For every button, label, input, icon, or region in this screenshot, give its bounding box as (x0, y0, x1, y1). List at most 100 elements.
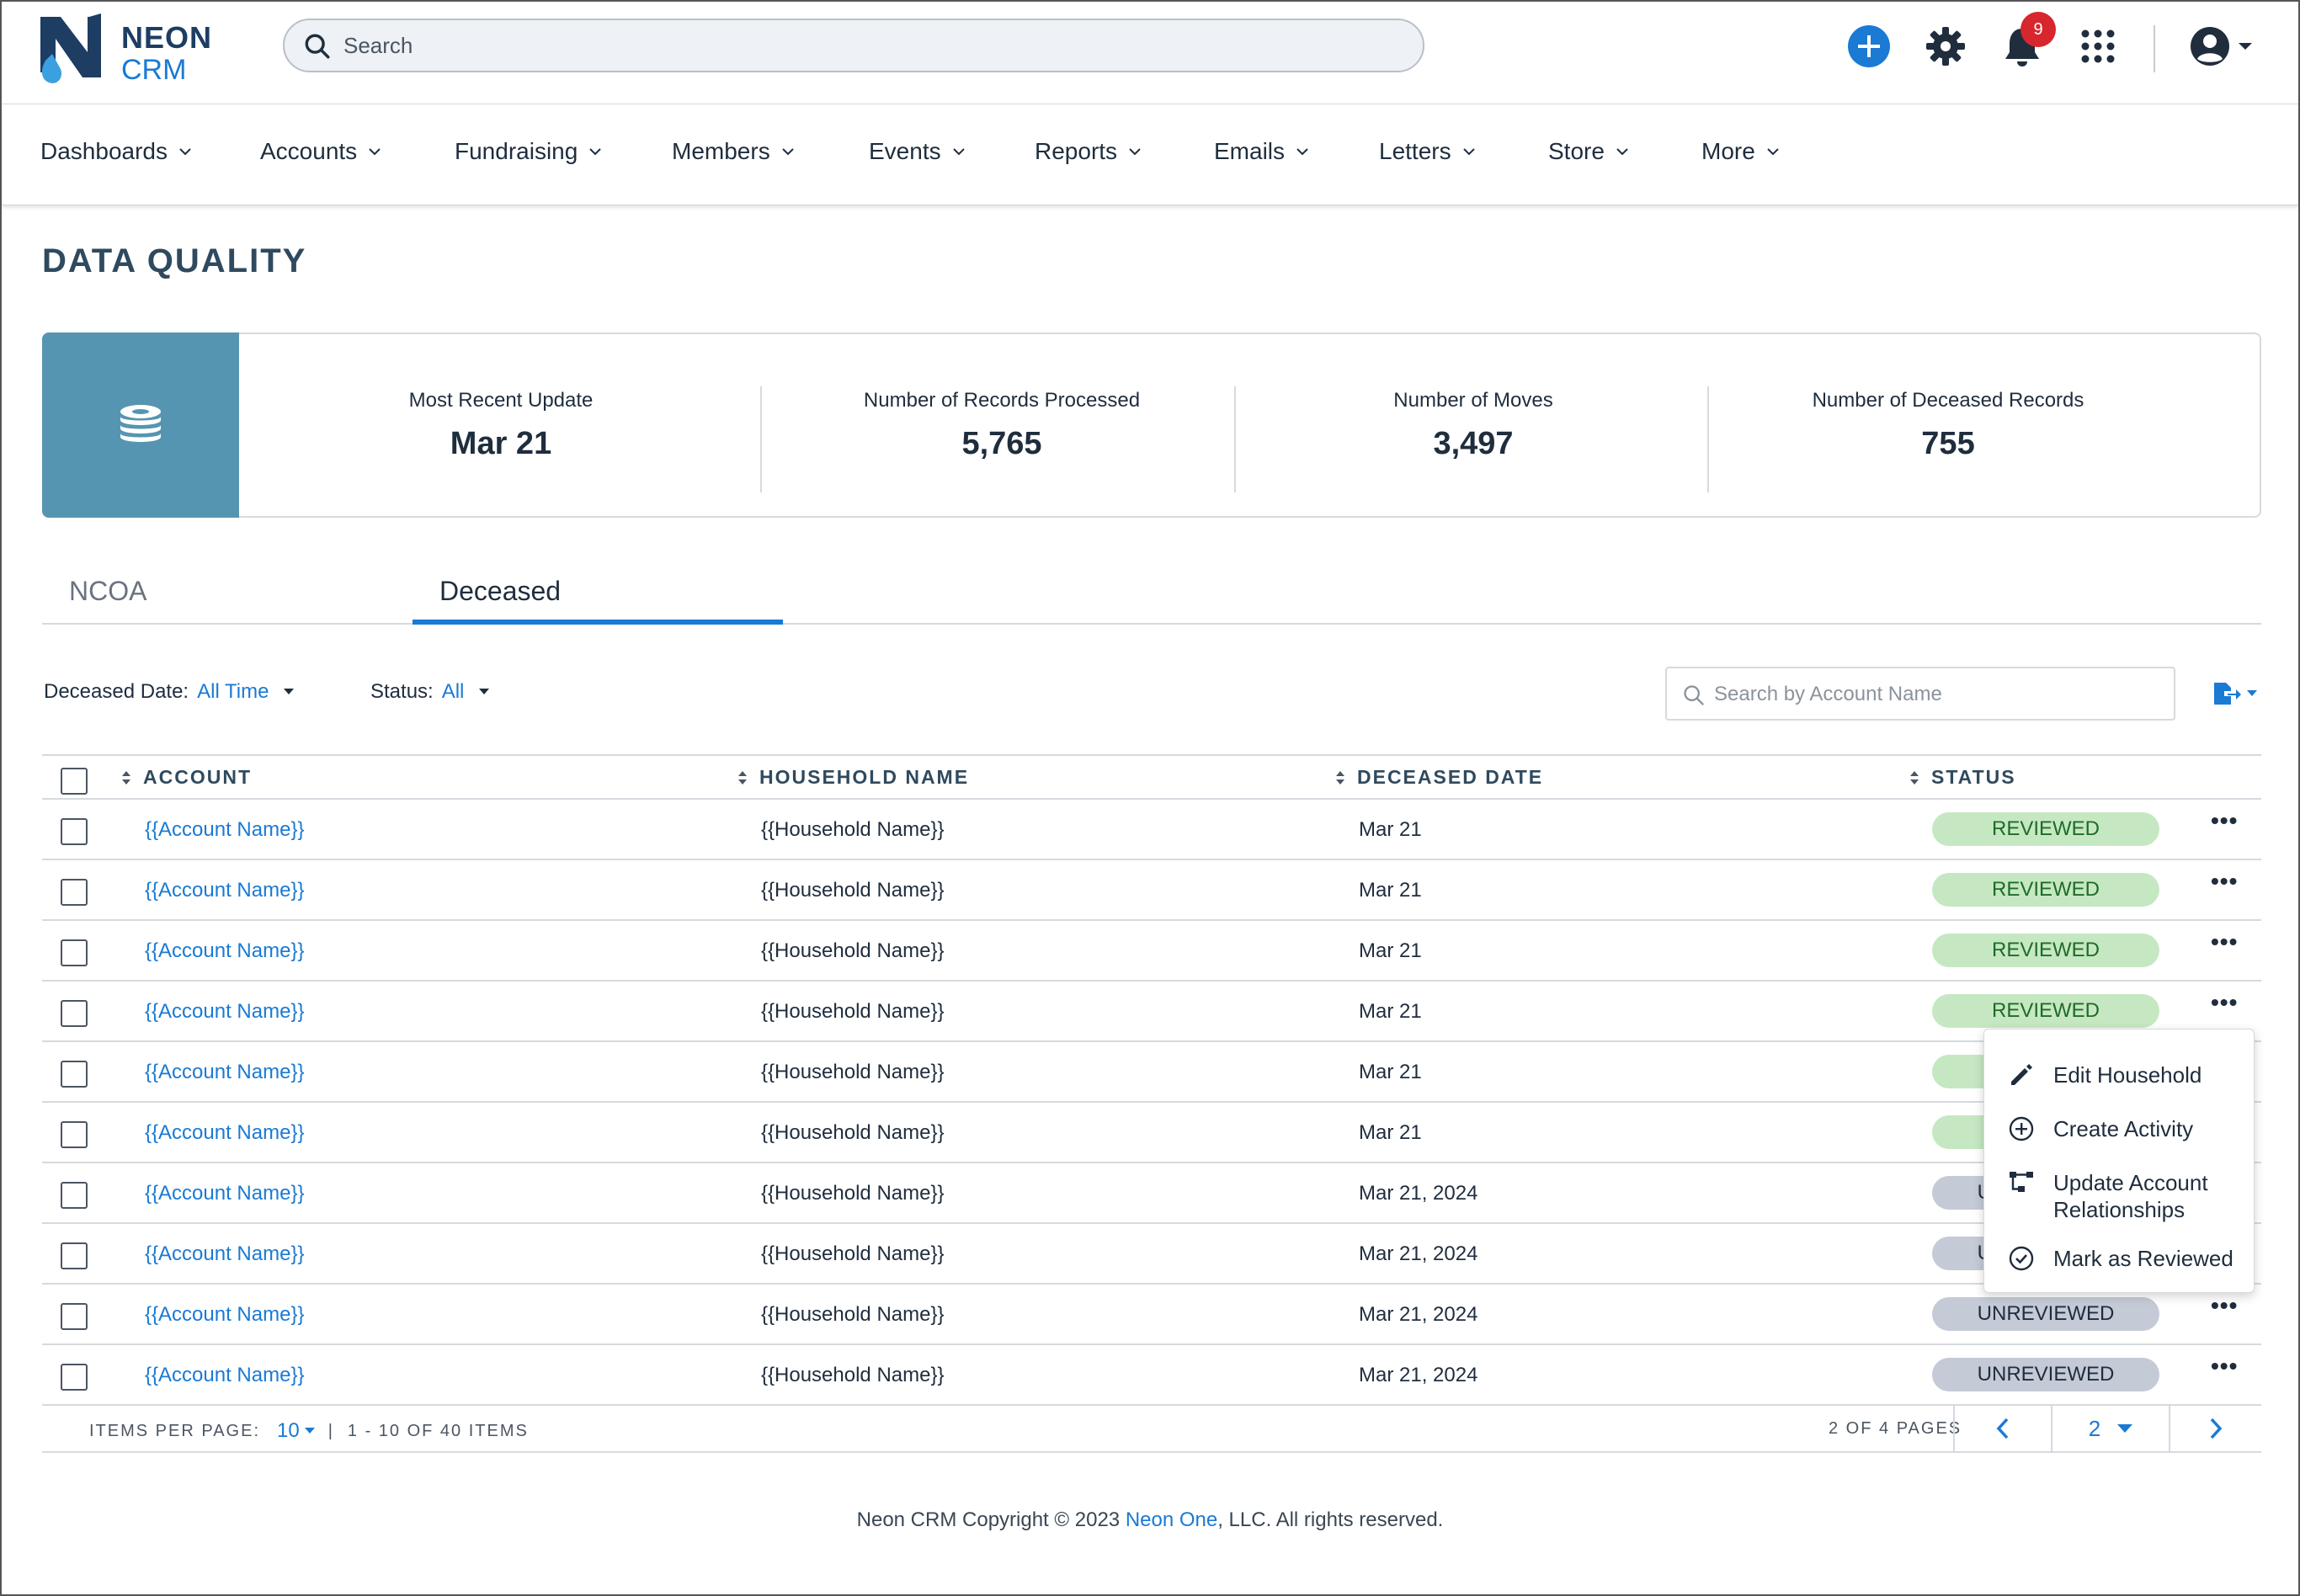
status-badge: REVIEWED (1932, 934, 2159, 967)
nav-more[interactable]: More (1701, 138, 1779, 165)
global-search-input[interactable] (343, 29, 1404, 62)
stats-icon-tile (42, 332, 239, 518)
deceased-date: Mar 21, 2024 (1359, 1242, 1478, 1265)
stat-divider (760, 386, 762, 492)
row-checkbox[interactable] (61, 1182, 88, 1209)
row-actions-button[interactable]: ••• (2211, 870, 2244, 894)
account-name-link[interactable]: {{Account Name}} (145, 939, 304, 963)
nav-label: Store (1548, 138, 1605, 164)
check-circle-icon (2009, 1246, 2034, 1271)
account-name-link[interactable]: {{Account Name}} (145, 1061, 304, 1084)
deceased-date-filter[interactable]: Deceased Date: All Time (44, 680, 295, 704)
column-header-status[interactable]: STATUS (1909, 766, 2016, 789)
row-checkbox[interactable] (61, 818, 88, 845)
caret-down-icon (2117, 1424, 2133, 1433)
menu-item-create-activity[interactable]: Create Activity (2008, 1115, 2193, 1142)
account-name-link[interactable]: {{Account Name}} (145, 1242, 304, 1266)
items-per-page: ITEMS PER PAGE: 10 | 1 - 10 OF 40 ITEMS (89, 1419, 529, 1443)
nav-reports[interactable]: Reports (1035, 138, 1141, 165)
column-header-deceased-date[interactable]: DECEASED DATE (1335, 766, 1543, 789)
status-badge: UNREVIEWED (1932, 1297, 2159, 1331)
nav-label: Dashboards (40, 138, 168, 164)
page-select[interactable]: 2 (2051, 1406, 2169, 1451)
row-actions-button[interactable]: ••• (2211, 1354, 2244, 1379)
select-all-checkbox[interactable] (61, 768, 88, 795)
nav-members[interactable]: Members (672, 138, 794, 165)
stat-value: 3,497 (1433, 426, 1514, 461)
row-actions-button[interactable]: ••• (2211, 930, 2244, 955)
nav-emails[interactable]: Emails (1214, 138, 1308, 165)
topbar-divider (2154, 25, 2155, 72)
status-badge: REVIEWED (1932, 812, 2159, 846)
account-name-link[interactable]: {{Account Name}} (145, 1303, 304, 1327)
nav-accounts[interactable]: Accounts (260, 138, 381, 165)
household-name: {{Household Name}} (761, 1364, 945, 1386)
chevron-left-icon (1996, 1418, 2009, 1439)
row-checkbox[interactable] (61, 1303, 88, 1330)
page-title: DATA QUALITY (42, 242, 307, 279)
add-new-button[interactable] (1846, 24, 1892, 69)
account-name-link[interactable]: {{Account Name}} (145, 1364, 304, 1387)
nav-letters[interactable]: Letters (1379, 138, 1475, 165)
status-badge: REVIEWED (1932, 873, 2159, 907)
settings-button[interactable] (1923, 24, 1968, 69)
tab-ncoa[interactable]: NCOA (69, 576, 146, 607)
menu-item-mark-reviewed[interactable]: Mark as Reviewed (2008, 1245, 2233, 1272)
menu-item-edit-household[interactable]: Edit Household (2008, 1061, 2202, 1088)
nav-label: Reports (1035, 138, 1118, 164)
pencil-icon (2011, 1064, 2032, 1085)
apps-menu-button[interactable] (2075, 24, 2121, 69)
separator: | (327, 1421, 334, 1440)
column-header-account[interactable]: ACCOUNT (121, 766, 252, 789)
next-page-button[interactable] (2169, 1406, 2261, 1451)
household-name: {{Household Name}} (761, 818, 945, 841)
footer-neon-one-link[interactable]: Neon One (1126, 1508, 1217, 1531)
deceased-date: Mar 21, 2024 (1359, 1364, 1478, 1386)
row-actions-button[interactable]: ••• (2211, 809, 2244, 833)
user-avatar-icon (2191, 27, 2229, 66)
global-search[interactable] (283, 19, 1424, 72)
status-filter[interactable]: Status: All (370, 680, 490, 704)
account-name-link[interactable]: {{Account Name}} (145, 1182, 304, 1205)
column-header-household[interactable]: HOUSEHOLD NAME (737, 766, 969, 789)
account-search-input[interactable] (1714, 680, 2160, 709)
row-checkbox[interactable] (61, 1000, 88, 1027)
stat-value: Mar 21 (450, 426, 552, 461)
tab-deceased[interactable]: Deceased (439, 576, 561, 607)
account-name-link[interactable]: {{Account Name}} (145, 879, 304, 902)
account-name-link[interactable]: {{Account Name}} (145, 1000, 304, 1024)
nav-store[interactable]: Store (1548, 138, 1628, 165)
plus-circle-outline-icon (2009, 1116, 2034, 1141)
export-button[interactable] (2212, 678, 2263, 709)
row-checkbox[interactable] (61, 1121, 88, 1148)
caret-down-icon (304, 1428, 315, 1434)
row-checkbox[interactable] (61, 879, 88, 906)
search-icon (305, 34, 330, 59)
nav-label: Members (672, 138, 770, 164)
nav-fundraising[interactable]: Fundraising (455, 138, 602, 165)
row-checkbox[interactable] (61, 1061, 88, 1088)
account-name-link[interactable]: {{Account Name}} (145, 1121, 304, 1145)
account-name-link[interactable]: {{Account Name}} (145, 818, 304, 842)
row-checkbox[interactable] (61, 939, 88, 966)
account-search[interactable] (1665, 667, 2175, 721)
neon-crm-logo[interactable]: NEON CRM (39, 13, 224, 88)
stat-most-recent-update: Most Recent Update Mar 21 (362, 389, 640, 462)
nav-events[interactable]: Events (869, 138, 965, 165)
nav-dashboards[interactable]: Dashboards (40, 138, 191, 165)
table-row: {{Account Name}} {{Household Name}} Mar … (42, 1224, 2261, 1285)
row-actions-button[interactable]: ••• (2211, 991, 2244, 1015)
user-menu-button[interactable] (2187, 24, 2255, 69)
table-row: {{Account Name}} {{Household Name}} Mar … (42, 800, 2261, 860)
row-actions-button[interactable]: ••• (2211, 1294, 2244, 1318)
previous-page-button[interactable] (1953, 1406, 2051, 1451)
row-checkbox[interactable] (61, 1242, 88, 1269)
footer: Neon CRM Copyright © 2023 Neon One, LLC.… (2, 1508, 2298, 1532)
menu-item-label: Create Activity (2053, 1116, 2194, 1141)
column-header-label: STATUS (1931, 766, 2016, 788)
items-per-page-select[interactable]: 10 (277, 1419, 300, 1443)
chevron-down-icon (1767, 148, 1779, 156)
chevron-down-icon (369, 148, 381, 156)
row-checkbox[interactable] (61, 1364, 88, 1391)
menu-item-update-relationships[interactable]: Update Account Relationships (2008, 1169, 2235, 1223)
